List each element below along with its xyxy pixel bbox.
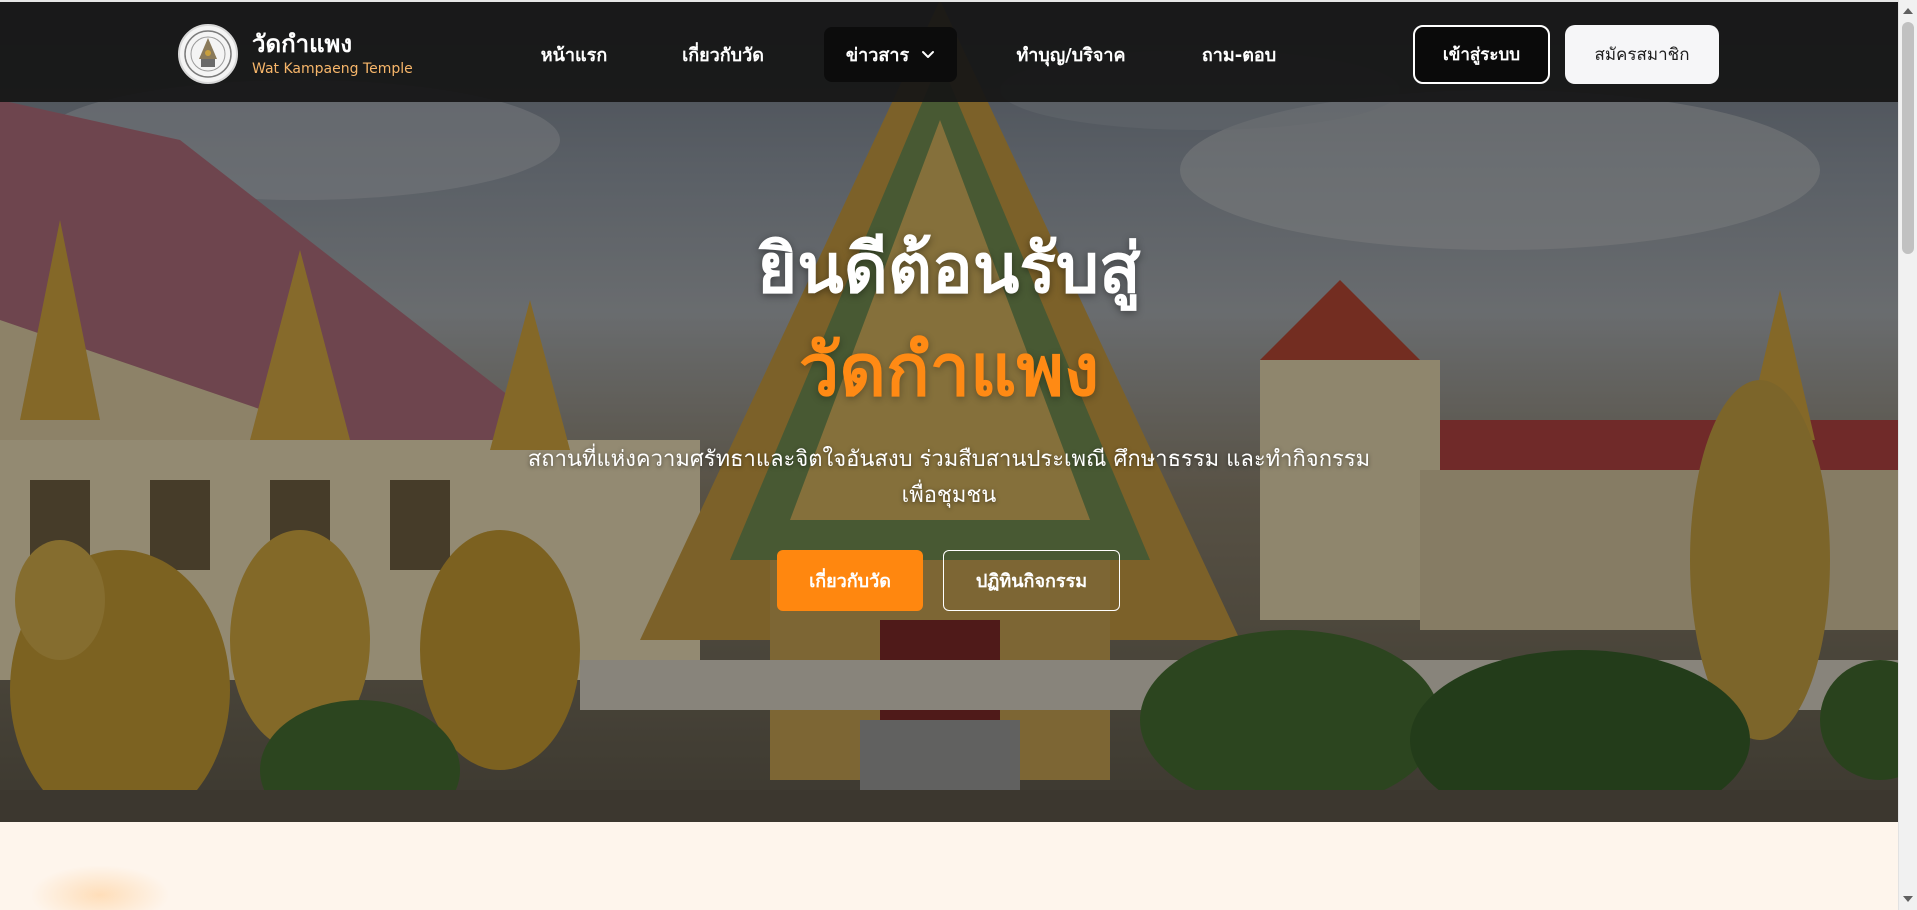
about-temple-button[interactable]: เกี่ยวกับวัด xyxy=(777,550,923,611)
nav-item-label: ทำบุญ/บริจาค xyxy=(1016,45,1126,66)
brand-link[interactable]: วัดกำแพง Wat Kampaeng Temple xyxy=(178,24,413,84)
nav-item-label: ถาม-ตอบ xyxy=(1201,45,1277,66)
scroll-down-arrow-icon[interactable] xyxy=(1903,896,1913,902)
hero-title: ยินดีต้อนรับสู่ xyxy=(757,230,1141,309)
register-button[interactable]: สมัครสมาชิก xyxy=(1565,25,1719,84)
page: วัดกำแพง Wat Kampaeng Temple หน้าแรก เกี… xyxy=(0,0,1917,910)
brand-subtitle: Wat Kampaeng Temple xyxy=(252,61,413,77)
chevron-down-icon xyxy=(921,50,935,60)
nav-item-news[interactable]: ข่าวสาร xyxy=(824,27,957,82)
nav-item-label: ข่าวสาร xyxy=(845,45,910,66)
next-section xyxy=(0,822,1898,910)
nav-item-faq[interactable]: ถาม-ตอบ xyxy=(1185,27,1293,82)
nav-item-label: หน้าแรก xyxy=(540,45,608,66)
nav-item-label: เกี่ยวกับวัด xyxy=(682,45,764,66)
nav-item-about[interactable]: เกี่ยวกับวัด xyxy=(668,27,778,82)
brand-name: วัดกำแพง xyxy=(252,30,353,58)
scrollbar[interactable] xyxy=(1898,0,1917,910)
nav-item-home[interactable]: หน้าแรก xyxy=(525,27,623,82)
nav-item-donate[interactable]: ทำบุญ/บริจาค xyxy=(1002,27,1140,82)
hero-title-highlight: วัดกำแพง xyxy=(798,328,1100,412)
scrollbar-thumb[interactable] xyxy=(1902,22,1914,254)
login-button[interactable]: เข้าสู่ระบบ xyxy=(1413,25,1550,84)
scroll-up-arrow-icon[interactable] xyxy=(1903,8,1913,14)
activity-calendar-button[interactable]: ปฏิทินกิจกรรม xyxy=(943,550,1120,611)
hero-description: สถานที่แห่งความศรัทธาและจิตใจอันสงบ ร่วม… xyxy=(527,447,1371,508)
navbar: วัดกำแพง Wat Kampaeng Temple หน้าแรก เกี… xyxy=(0,0,1898,102)
temple-seal-icon xyxy=(178,24,238,84)
